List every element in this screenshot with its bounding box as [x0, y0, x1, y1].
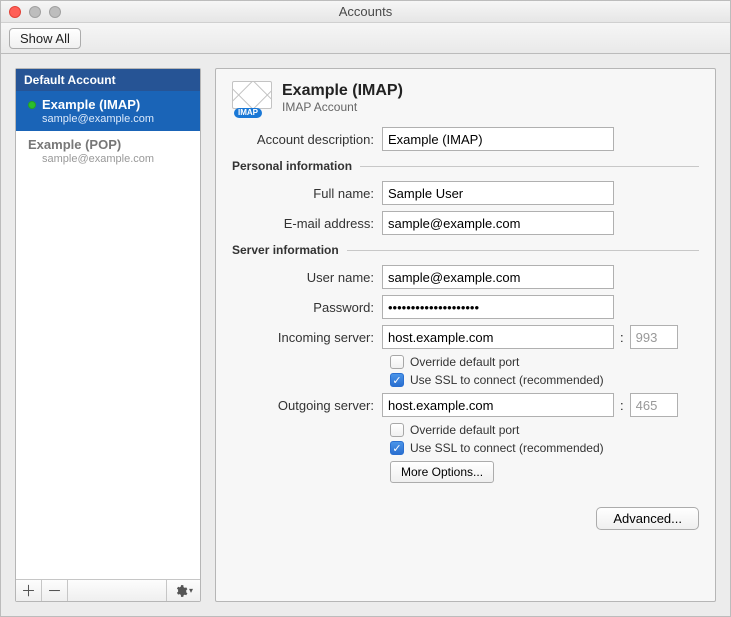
label-incoming-server: Incoming server:	[232, 330, 382, 345]
incoming-use-ssl-checkbox[interactable]: ✓ Use SSL to connect (recommended)	[390, 373, 699, 387]
envelope-icon	[232, 81, 272, 109]
email-field[interactable]	[382, 211, 614, 235]
panel-title: Example (IMAP)	[282, 82, 403, 100]
checkbox-icon	[390, 355, 404, 369]
window-controls	[9, 6, 61, 18]
port-separator: :	[614, 330, 630, 345]
user-name-field[interactable]	[382, 265, 614, 289]
sidebar-section-header: Default Account	[16, 69, 200, 91]
checkbox-label: Override default port	[410, 355, 519, 369]
account-detail-panel: IMAP Example (IMAP) IMAP Account Account…	[215, 68, 716, 602]
more-options-button[interactable]: More Options...	[390, 461, 494, 483]
password-field[interactable]	[382, 295, 614, 319]
sidebar-footer: ＋ － ▾	[16, 579, 200, 601]
incoming-override-port-checkbox[interactable]: Override default port	[390, 355, 699, 369]
mail-icon: IMAP	[232, 81, 272, 115]
advanced-button[interactable]: Advanced...	[596, 507, 699, 530]
account-email: sample@example.com	[42, 113, 192, 125]
account-description-field[interactable]	[382, 127, 614, 151]
label-password: Password:	[232, 300, 382, 315]
account-list: Default Account Example (IMAP) sample@ex…	[16, 69, 200, 579]
label-outgoing-server: Outgoing server:	[232, 398, 382, 413]
body: Default Account Example (IMAP) sample@ex…	[1, 54, 730, 616]
account-email: sample@example.com	[42, 153, 192, 165]
panel-subtitle: IMAP Account	[282, 100, 403, 114]
checkbox-checked-icon: ✓	[390, 373, 404, 387]
port-separator: :	[614, 398, 630, 413]
section-personal-info: Personal information	[232, 159, 360, 173]
close-icon[interactable]	[9, 6, 21, 18]
outgoing-override-port-checkbox[interactable]: Override default port	[390, 423, 699, 437]
toolbar: Show All	[1, 23, 730, 54]
zoom-icon[interactable]	[49, 6, 61, 18]
account-name: Example (POP)	[28, 137, 121, 152]
status-online-icon	[28, 101, 36, 109]
outgoing-use-ssl-checkbox[interactable]: ✓ Use SSL to connect (recommended)	[390, 441, 699, 455]
imap-badge: IMAP	[234, 108, 262, 118]
panel-header: IMAP Example (IMAP) IMAP Account	[232, 81, 699, 115]
outgoing-port-field[interactable]	[630, 393, 678, 417]
account-item-pop[interactable]: Example (POP) sample@example.com	[16, 131, 200, 171]
account-actions-menu[interactable]: ▾	[166, 580, 200, 601]
show-all-button[interactable]: Show All	[9, 28, 81, 49]
accounts-window: Accounts Show All Default Account Exampl…	[0, 0, 731, 617]
checkbox-icon	[390, 423, 404, 437]
window-title: Accounts	[1, 4, 730, 19]
account-sidebar: Default Account Example (IMAP) sample@ex…	[15, 68, 201, 602]
incoming-server-field[interactable]	[382, 325, 614, 349]
minimize-icon[interactable]	[29, 6, 41, 18]
titlebar: Accounts	[1, 1, 730, 23]
checkbox-checked-icon: ✓	[390, 441, 404, 455]
incoming-port-field[interactable]	[630, 325, 678, 349]
account-item-imap[interactable]: Example (IMAP) sample@example.com	[16, 91, 200, 131]
label-email: E-mail address:	[232, 216, 382, 231]
gear-icon	[174, 584, 188, 598]
account-name: Example (IMAP)	[42, 97, 140, 112]
checkbox-label: Use SSL to connect (recommended)	[410, 373, 604, 387]
full-name-field[interactable]	[382, 181, 614, 205]
label-account-description: Account description:	[232, 132, 382, 147]
label-full-name: Full name:	[232, 186, 382, 201]
remove-account-button[interactable]: －	[42, 580, 68, 601]
chevron-down-icon: ▾	[189, 586, 193, 595]
checkbox-label: Override default port	[410, 423, 519, 437]
outgoing-server-field[interactable]	[382, 393, 614, 417]
checkbox-label: Use SSL to connect (recommended)	[410, 441, 604, 455]
add-account-button[interactable]: ＋	[16, 580, 42, 601]
label-user-name: User name:	[232, 270, 382, 285]
section-server-info: Server information	[232, 243, 347, 257]
